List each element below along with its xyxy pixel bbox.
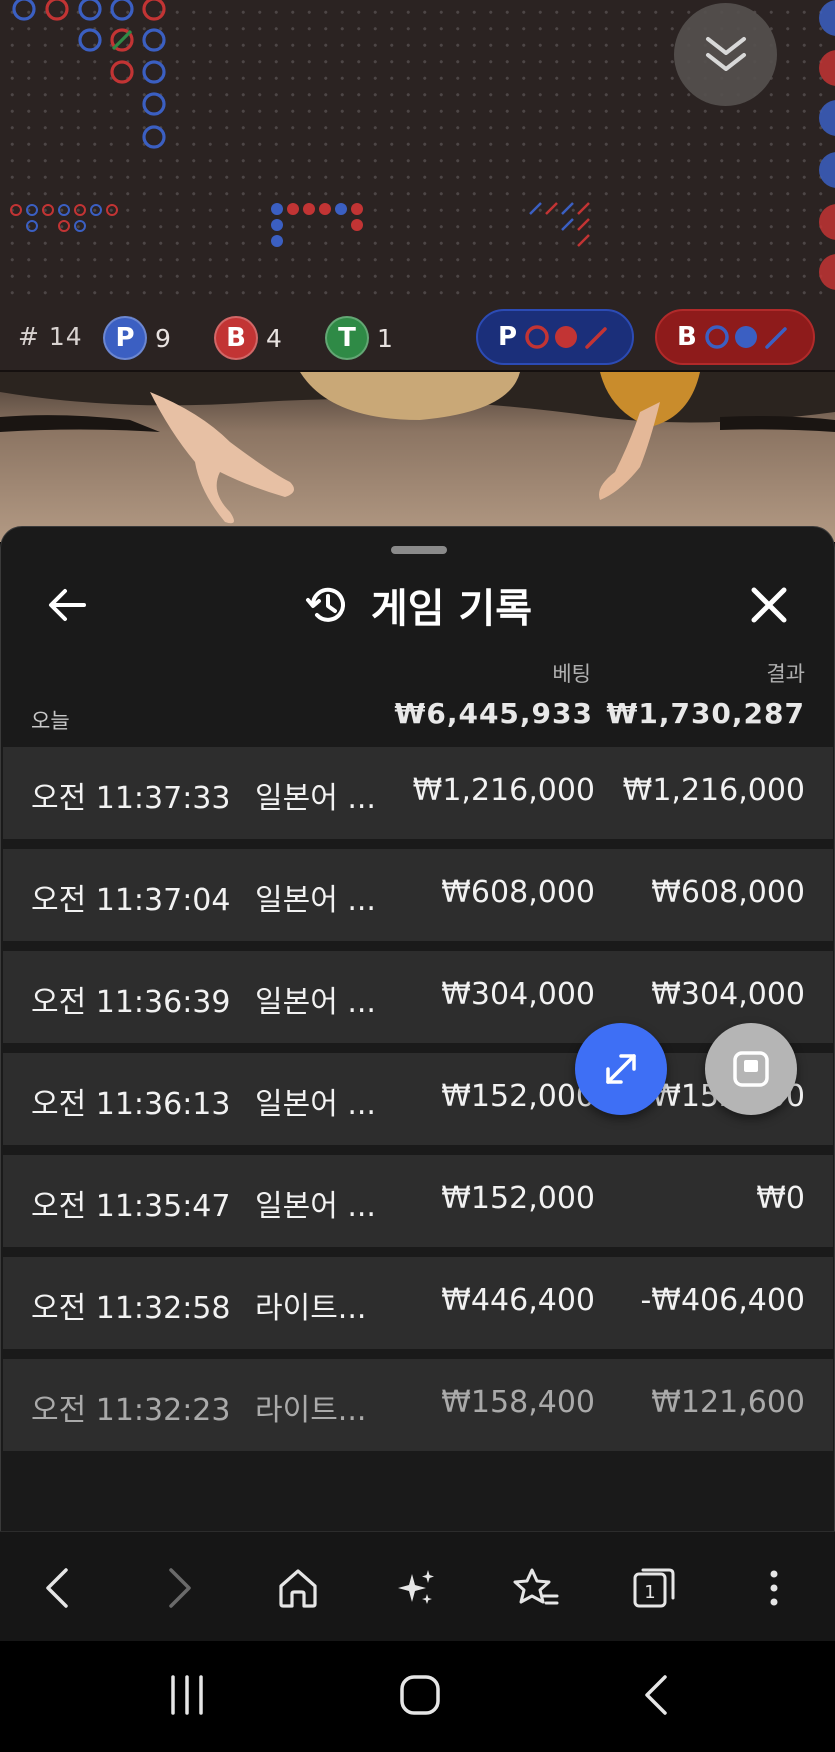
column-header-result: 결과 bbox=[766, 662, 805, 686]
double-chevron-down-icon bbox=[705, 36, 746, 71]
row-result: ₩1,216,000 bbox=[622, 773, 805, 808]
row-game: 라이트... bbox=[255, 1291, 367, 1326]
home-icon bbox=[279, 1569, 317, 1608]
sheet-drag-handle[interactable] bbox=[391, 546, 447, 554]
sheet-header: 게임 기록 bbox=[1, 575, 834, 635]
row-game: 일본어 ... bbox=[255, 1189, 376, 1224]
row-game: 일본어 ... bbox=[255, 781, 376, 816]
live-dealer-video bbox=[0, 372, 835, 542]
row-result: ₩304,000 bbox=[651, 977, 805, 1012]
banker-count: 4 bbox=[266, 323, 282, 353]
recent-apps-button[interactable] bbox=[157, 1665, 217, 1725]
player-chip: P bbox=[103, 316, 147, 360]
row-time: 오전 11:36:39 bbox=[31, 985, 231, 1020]
row-bet: ₩446,400 bbox=[441, 1283, 595, 1318]
browser-tabs-button[interactable]: 1 bbox=[626, 1560, 682, 1616]
history-row[interactable]: 오전 11:37:04 일본어 ... ₩608,000 ₩608,000 bbox=[3, 849, 833, 941]
close-icon bbox=[751, 587, 787, 623]
player-count: 9 bbox=[155, 323, 171, 353]
tabs-icon: 1 bbox=[633, 1568, 675, 1608]
row-result: -₩406,400 bbox=[640, 1283, 805, 1318]
browser-forward-button[interactable] bbox=[152, 1560, 208, 1616]
row-time: 오전 11:35:47 bbox=[31, 1189, 231, 1224]
tie-chip: T bbox=[325, 316, 369, 360]
row-time: 오전 11:36:13 bbox=[31, 1087, 231, 1122]
row-game: 일본어 ... bbox=[255, 985, 376, 1020]
row-bet: ₩152,000 bbox=[441, 1181, 595, 1216]
side-bead-column bbox=[819, 0, 835, 290]
more-menu-icon bbox=[770, 1570, 778, 1606]
banker-chip: B bbox=[214, 316, 258, 360]
row-time: 오전 11:32:58 bbox=[31, 1291, 231, 1326]
row-game: 일본어 ... bbox=[255, 883, 376, 918]
back-icon bbox=[645, 1675, 667, 1715]
row-time: 오전 11:37:04 bbox=[31, 883, 231, 918]
row-bet: ₩608,000 bbox=[441, 875, 595, 910]
collapse-roadmap-button[interactable] bbox=[674, 3, 777, 106]
date-group-label: 오늘 bbox=[31, 709, 70, 733]
browser-back-button[interactable] bbox=[29, 1560, 85, 1616]
browser-menu-button[interactable] bbox=[746, 1560, 802, 1616]
back-icon bbox=[46, 1568, 68, 1608]
row-bet: ₩158,400 bbox=[441, 1385, 595, 1420]
row-time: 오전 11:32:23 bbox=[31, 1393, 231, 1428]
row-bet: ₩304,000 bbox=[441, 977, 595, 1012]
dealer-video-frame bbox=[0, 372, 835, 524]
history-row[interactable]: 오전 11:35:47 일본어 ... ₩152,000 ₩0 bbox=[3, 1155, 833, 1247]
row-time: 오전 11:37:33 bbox=[31, 781, 231, 816]
sparkle-icon bbox=[398, 1570, 434, 1604]
browser-home-button[interactable] bbox=[270, 1560, 326, 1616]
home-square-icon bbox=[400, 1675, 440, 1715]
home-button[interactable] bbox=[390, 1665, 450, 1725]
stop-button[interactable] bbox=[705, 1023, 797, 1115]
banker-score: B 4 bbox=[214, 316, 282, 360]
total-bet: ₩6,445,933 bbox=[394, 697, 593, 730]
history-list: 오전 11:37:33 일본어 ... ₩1,216,000 ₩1,216,00… bbox=[3, 747, 833, 1461]
expand-diagonal-icon bbox=[606, 1054, 636, 1084]
system-back-button[interactable] bbox=[626, 1665, 686, 1725]
tie-count: 1 bbox=[377, 323, 393, 353]
stop-square-icon bbox=[733, 1051, 769, 1087]
forward-icon bbox=[169, 1568, 191, 1608]
hand-count: # 14 bbox=[18, 322, 83, 351]
history-row[interactable]: 오전 11:32:58 라이트... ₩446,400 -₩406,400 bbox=[3, 1257, 833, 1349]
browser-ai-button[interactable] bbox=[388, 1560, 444, 1616]
row-game: 일본어 ... bbox=[255, 1087, 376, 1122]
player-predict-beads-icon bbox=[525, 325, 607, 349]
row-result: ₩121,600 bbox=[651, 1385, 805, 1420]
player-predict-button[interactable]: P bbox=[476, 309, 634, 365]
row-result: ₩0 bbox=[756, 1181, 805, 1216]
history-row[interactable]: 오전 11:32:23 라이트... ₩158,400 ₩121,600 bbox=[3, 1359, 833, 1451]
total-result: ₩1,730,287 bbox=[606, 697, 805, 730]
close-button[interactable] bbox=[741, 577, 797, 633]
tab-count: 1 bbox=[644, 1582, 655, 1603]
browser-toolbar: 1 bbox=[0, 1531, 835, 1641]
bookmark-star-icon bbox=[513, 1568, 559, 1605]
row-bet: ₩1,216,000 bbox=[412, 773, 595, 808]
banker-predict-letter: B bbox=[677, 322, 697, 352]
history-row[interactable]: 오전 11:37:33 일본어 ... ₩1,216,000 ₩1,216,00… bbox=[3, 747, 833, 839]
recent-apps-icon bbox=[171, 1675, 203, 1715]
history-icon bbox=[305, 587, 345, 622]
game-history-sheet: 게임 기록 베팅 결과 오늘 ₩6,445,933 ₩1,730,287 오전 … bbox=[0, 526, 835, 1531]
history-row[interactable]: 오전 11:36:39 일본어 ... ₩304,000 ₩304,000 bbox=[3, 951, 833, 1043]
row-game: 라이트... bbox=[255, 1393, 367, 1428]
banker-predict-beads-icon bbox=[705, 325, 787, 349]
banker-predict-button[interactable]: B bbox=[655, 309, 815, 365]
system-navigation-bar bbox=[0, 1641, 835, 1752]
row-result: ₩608,000 bbox=[651, 875, 805, 910]
column-header-bet: 베팅 bbox=[552, 662, 591, 686]
baccarat-roadmap: # 14 P 9 B 4 T 1 P B bbox=[0, 0, 835, 372]
browser-bookmarks-button[interactable] bbox=[508, 1560, 564, 1616]
row-bet: ₩152,000 bbox=[441, 1079, 595, 1114]
page-title: 게임 기록 bbox=[370, 586, 533, 632]
expand-video-button[interactable] bbox=[575, 1023, 667, 1115]
player-predict-letter: P bbox=[498, 322, 518, 352]
player-score: P 9 bbox=[103, 316, 171, 360]
tie-score: T 1 bbox=[325, 316, 393, 360]
